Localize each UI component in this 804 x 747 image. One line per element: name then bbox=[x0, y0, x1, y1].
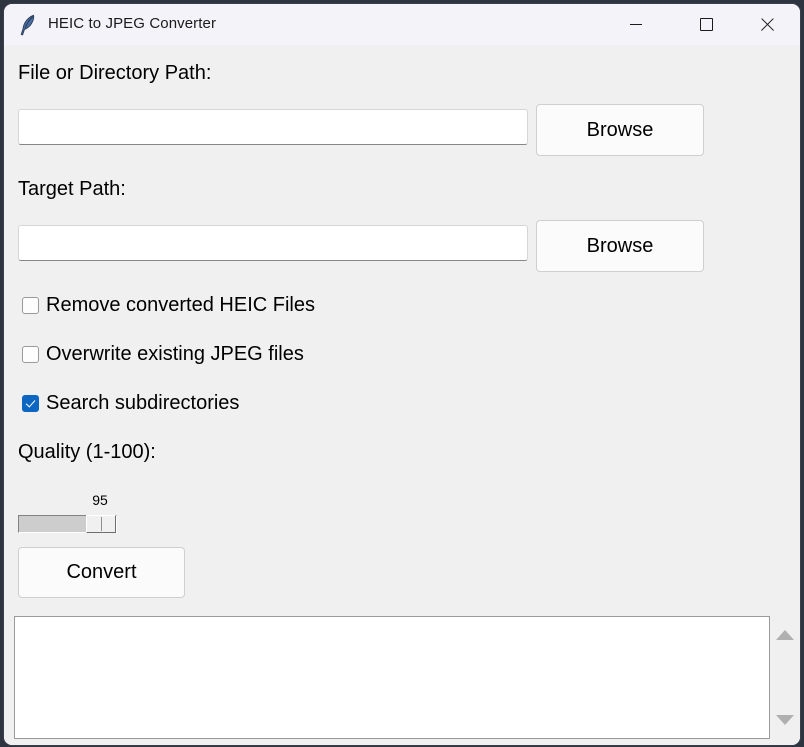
quality-value: 95 bbox=[92, 492, 108, 508]
target-path-input[interactable] bbox=[18, 225, 528, 261]
slider-thumb[interactable] bbox=[86, 515, 116, 533]
checkbox-box[interactable] bbox=[22, 297, 39, 314]
title-bar[interactable]: HEIC to JPEG Converter bbox=[4, 4, 800, 45]
checkbox-label: Search subdirectories bbox=[46, 392, 240, 414]
scroll-down-arrow[interactable] bbox=[776, 715, 794, 725]
minimize-icon bbox=[629, 24, 642, 25]
checkbox-label: Remove converted HEIC Files bbox=[46, 294, 315, 316]
main-content: File or Directory Path: Browse Target Pa… bbox=[4, 45, 800, 745]
convert-button[interactable]: Convert bbox=[18, 547, 185, 598]
log-scrollbar[interactable] bbox=[770, 616, 800, 739]
minimize-button[interactable] bbox=[612, 4, 659, 45]
source-path-label: File or Directory Path: bbox=[18, 62, 212, 84]
window-title: HEIC to JPEG Converter bbox=[48, 15, 217, 32]
maximize-icon bbox=[700, 18, 713, 31]
target-path-label: Target Path: bbox=[18, 178, 126, 200]
checkbox-remove-heic[interactable]: Remove converted HEIC Files bbox=[22, 294, 315, 317]
quality-label: Quality (1-100): bbox=[18, 441, 156, 463]
source-browse-button[interactable]: Browse bbox=[536, 104, 704, 156]
close-button[interactable] bbox=[743, 4, 790, 45]
checkbox-label: Overwrite existing JPEG files bbox=[46, 343, 304, 365]
checkbox-box[interactable] bbox=[22, 346, 39, 363]
close-icon bbox=[760, 18, 774, 32]
source-path-input[interactable] bbox=[18, 109, 528, 145]
app-window: HEIC to JPEG Converter File or Directory… bbox=[4, 4, 800, 745]
target-browse-button[interactable]: Browse bbox=[536, 220, 704, 272]
feather-icon bbox=[18, 13, 40, 37]
log-output[interactable] bbox=[14, 616, 770, 739]
checkbox-search-subdirectories[interactable]: Search subdirectories bbox=[22, 392, 239, 415]
scroll-up-arrow[interactable] bbox=[776, 630, 794, 640]
checkbox-overwrite-jpeg[interactable]: Overwrite existing JPEG files bbox=[22, 343, 304, 366]
maximize-button[interactable] bbox=[683, 4, 730, 45]
checkbox-box[interactable] bbox=[22, 395, 39, 412]
